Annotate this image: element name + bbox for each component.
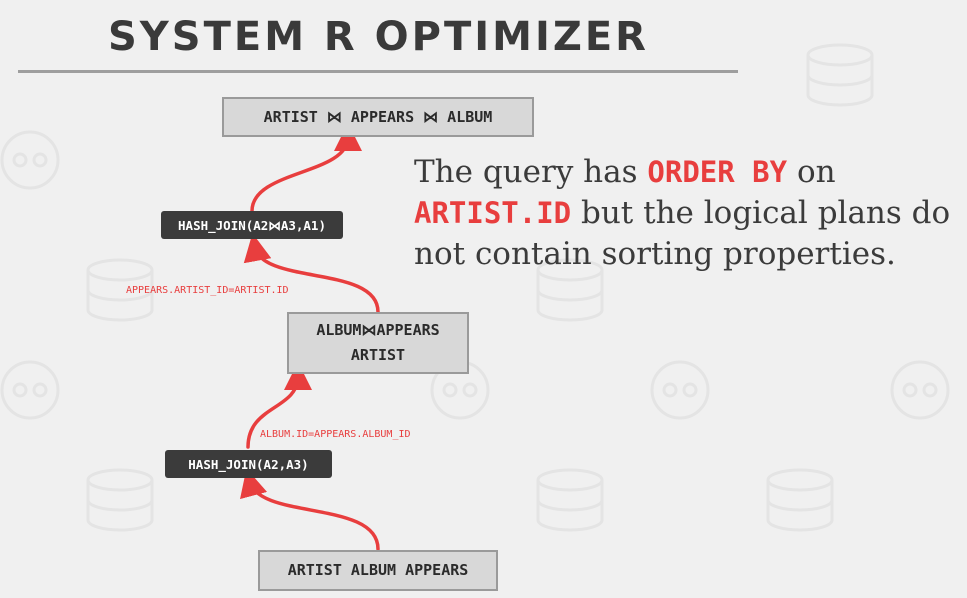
description-part1: The query has [414, 154, 648, 190]
join-condition-bottom: ALBUM.ID=APPEARS.ALBUM_ID [260, 429, 411, 440]
leaf-relations-node: ARTIST ALBUM APPEARS [258, 550, 498, 591]
description-part3: but the logical plans do [571, 195, 951, 231]
root-join-label: ARTIST ⋈ APPEARS ⋈ ALBUM [263, 107, 493, 126]
middle-join-label-line2: ARTIST [350, 346, 406, 364]
middle-join-node: ALBUM⋈APPEARS ARTIST [287, 312, 469, 374]
artist-id-highlight: ARTIST.ID [414, 196, 572, 230]
hash-join-top-node: HASH_JOIN(A2⋈A3,A1) [161, 211, 343, 239]
leaf-relations-label: ARTIST ALBUM APPEARS [287, 561, 469, 579]
hash-join-top-label: HASH_JOIN(A2⋈A3,A1) [178, 217, 326, 233]
middle-join-label-line1: ALBUM⋈APPEARS [316, 321, 440, 339]
description-part2: on [787, 154, 836, 190]
description-text: The query has ORDER BY on ARTIST.ID but … [414, 152, 967, 275]
hash-join-bottom-node: HASH_JOIN(A2,A3) [165, 450, 332, 478]
join-condition-top: APPEARS.ARTIST_ID=ARTIST.ID [126, 285, 289, 296]
arrow-middle-to-hashjoin-top [243, 233, 380, 314]
plan-arrows [240, 123, 380, 551]
root-join-node: ARTIST ⋈ APPEARS ⋈ ALBUM [222, 97, 534, 137]
arrow-leaf-to-hashjoin-bottom [240, 468, 380, 551]
description-part4: not contain sorting properties. [414, 236, 896, 272]
arrow-hashjoin-top-to-root [250, 123, 362, 213]
order-by-highlight: ORDER BY [647, 155, 788, 189]
hash-join-bottom-label: HASH_JOIN(A2,A3) [188, 456, 309, 472]
